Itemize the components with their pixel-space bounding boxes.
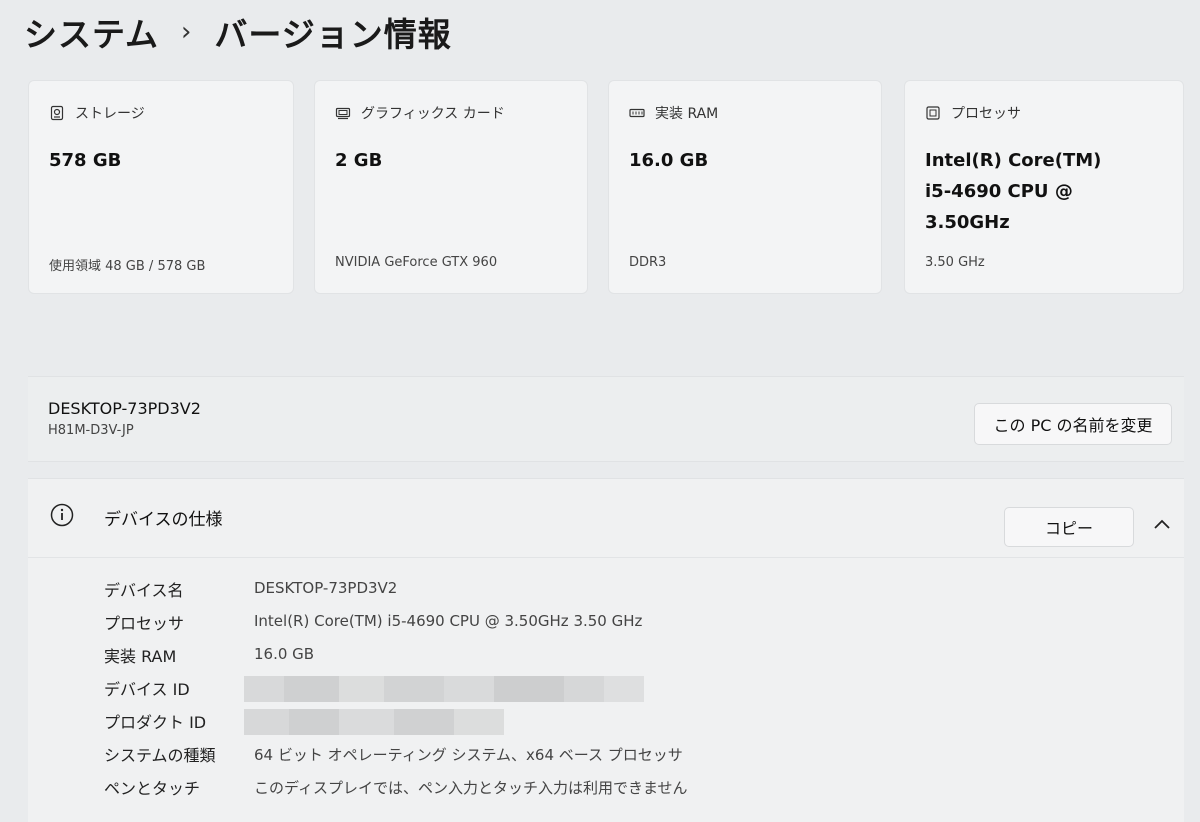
graphics-value: 2 GB <box>335 150 383 171</box>
pc-model: H81M-D3V-JP <box>48 423 134 438</box>
spec-label: デバイス ID <box>104 680 190 699</box>
processor-icon <box>926 106 940 120</box>
storage-value: 578 GB <box>49 150 122 171</box>
ram-icon <box>629 108 645 118</box>
breadcrumb: システム › バージョン情報 <box>24 6 452 58</box>
spec-value: Intel(R) Core(TM) i5-4690 CPU @ 3.50GHz … <box>254 612 643 630</box>
processor-value: Intel(R) Core(TM) i5-4690 CPU @ 3.50GHz <box>925 150 1102 233</box>
spec-value: DESKTOP-73PD3V2 <box>254 579 398 597</box>
redacted-device-id <box>244 676 644 702</box>
spec-label: デバイス名 <box>104 581 184 600</box>
ram-value: 16.0 GB <box>629 150 709 171</box>
breadcrumb-separator: › <box>181 17 193 47</box>
rename-pc-button[interactable]: この PC の名前を変更 <box>974 403 1172 445</box>
storage-label: ストレージ <box>75 106 145 122</box>
ram-label: 実装 RAM <box>655 106 719 122</box>
info-icon <box>50 503 74 527</box>
spec-row-product-id: プロダクト ID <box>104 705 1164 738</box>
spec-label: システムの種類 <box>104 746 216 765</box>
processor-card: プロセッサ Intel(R) Core(TM) i5-4690 CPU @ 3.… <box>904 80 1184 294</box>
graphics-label: グラフィックス カード <box>361 106 505 122</box>
device-specs-title: デバイスの仕様 <box>104 510 223 530</box>
spec-rows: デバイス名 DESKTOP-73PD3V2 プロセッサ Intel(R) Cor… <box>104 573 1164 804</box>
spec-label: プロダクト ID <box>104 713 207 732</box>
pc-name: DESKTOP-73PD3V2 <box>48 399 201 418</box>
spec-label: ペンとタッチ <box>104 779 201 798</box>
spec-row-system-type: システムの種類 64 ビット オペレーティング システム、x64 ベース プロセ… <box>104 738 1164 771</box>
storage-sub: 使用領域 48 GB / 578 GB <box>49 259 206 274</box>
page-title: バージョン情報 <box>214 15 452 54</box>
spec-value: 16.0 GB <box>254 645 315 663</box>
redacted-product-id <box>244 709 504 735</box>
processor-label: プロセッサ <box>951 106 1021 122</box>
processor-sub: 3.50 GHz <box>925 255 985 270</box>
spec-row-processor: プロセッサ Intel(R) Core(TM) i5-4690 CPU @ 3.… <box>104 606 1164 639</box>
device-specs-header[interactable]: デバイスの仕様 コピー <box>28 479 1184 558</box>
spec-label: 実装 RAM <box>104 647 177 666</box>
spec-row-device-name: デバイス名 DESKTOP-73PD3V2 <box>104 573 1164 606</box>
spec-row-pen-touch: ペンとタッチ このディスプレイでは、ペン入力とタッチ入力は利用できません <box>104 771 1164 804</box>
chevron-up-icon[interactable] <box>1152 517 1172 531</box>
about-page: システム › バージョン情報 ストレージ 578 GB 使用領域 48 GB /… <box>0 0 1200 822</box>
spec-row-ram: 実装 RAM 16.0 GB <box>104 639 1164 672</box>
ram-sub: DDR3 <box>629 255 667 270</box>
graphics-sub: NVIDIA GeForce GTX 960 <box>335 255 498 270</box>
spec-cards: ストレージ 578 GB 使用領域 48 GB / 578 GB グラフィックス… <box>28 80 1184 296</box>
device-specs-section: デバイスの仕様 コピー デバイス名 DESKTOP-73PD3V2 プロセッサ … <box>28 478 1184 822</box>
breadcrumb-system[interactable]: システム <box>24 8 159 56</box>
spec-value: このディスプレイでは、ペン入力とタッチ入力は利用できません <box>254 779 688 797</box>
device-name-row: DESKTOP-73PD3V2 H81M-D3V-JP この PC の名前を変更 <box>28 376 1184 462</box>
spec-label: プロセッサ <box>104 614 185 633</box>
copy-button[interactable]: コピー <box>1004 507 1134 547</box>
storage-icon <box>50 105 64 121</box>
graphics-card-icon <box>335 107 351 120</box>
storage-card: ストレージ 578 GB 使用領域 48 GB / 578 GB <box>28 80 294 294</box>
ram-card: 実装 RAM 16.0 GB DDR3 <box>608 80 882 294</box>
graphics-card: グラフィックス カード 2 GB NVIDIA GeForce GTX 960 <box>314 80 588 294</box>
spec-row-device-id: デバイス ID <box>104 672 1164 705</box>
spec-value: 64 ビット オペレーティング システム、x64 ベース プロセッサ <box>254 746 683 764</box>
